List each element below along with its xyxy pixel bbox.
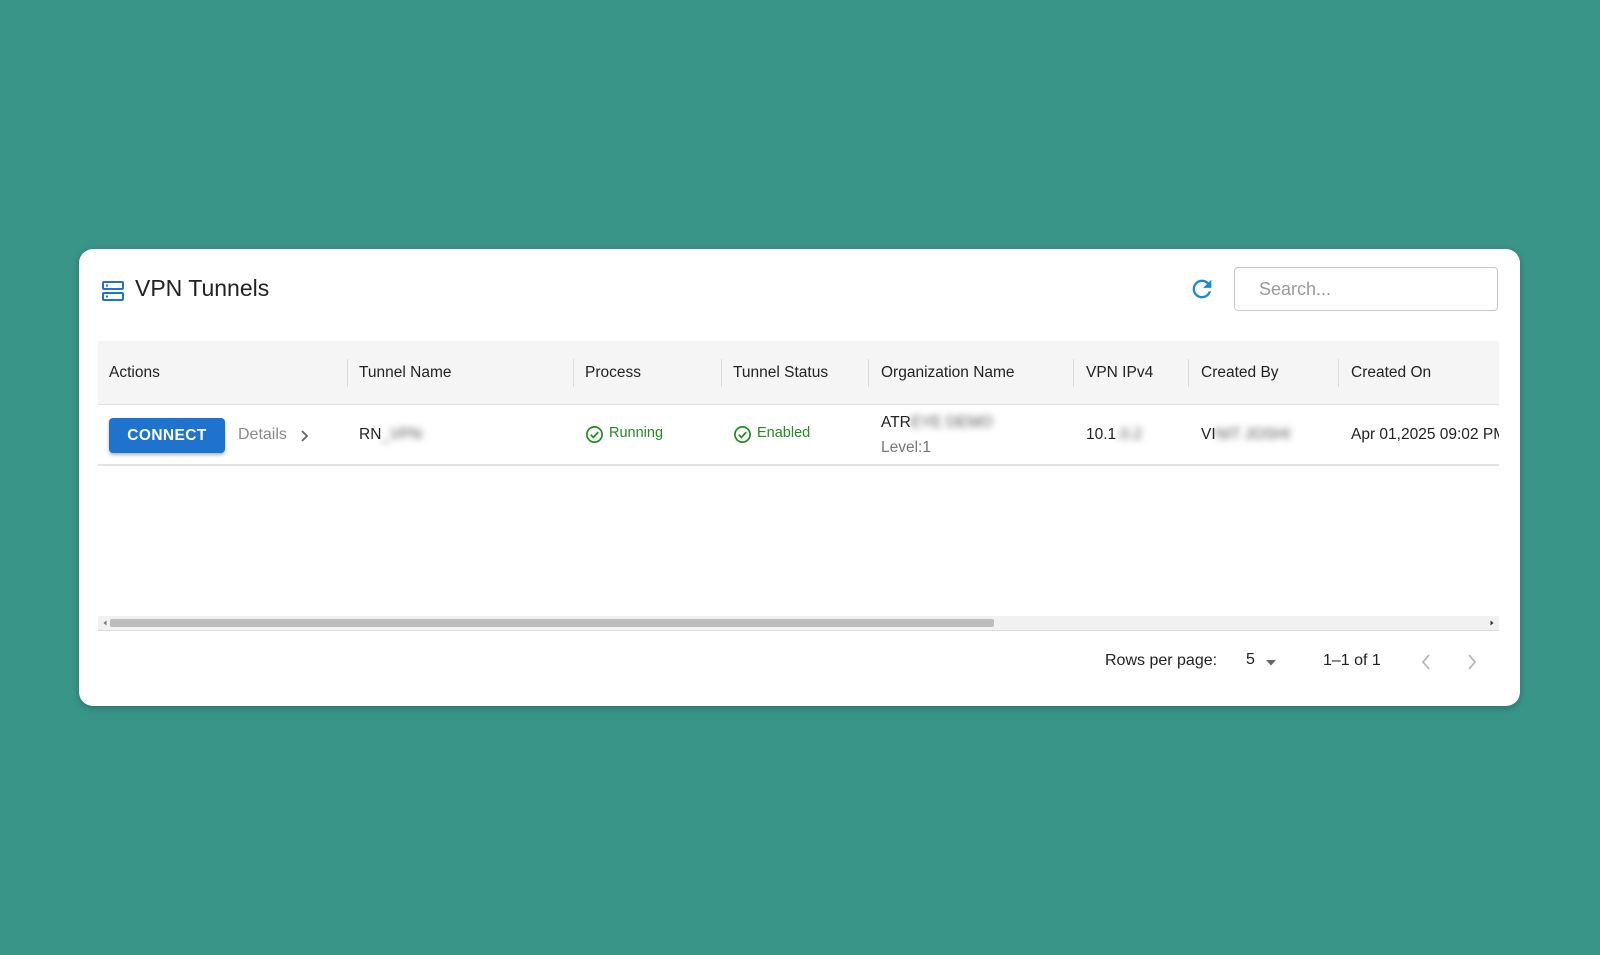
check-circle-icon: [586, 426, 603, 443]
scrollbar-thumb[interactable]: [110, 619, 994, 627]
chevron-right-icon[interactable]: [298, 428, 312, 444]
scroll-left-arrow-icon[interactable]: [101, 619, 109, 627]
column-separator: [721, 359, 722, 387]
rows-per-page-select[interactable]: 5: [1246, 651, 1255, 669]
column-separator: [1338, 359, 1339, 387]
vpn-ipv4-cell: 10.1.0.2: [1086, 426, 1142, 444]
created-by-redacted: NIT JOSHI: [1215, 426, 1291, 443]
horizontal-scrollbar[interactable]: [98, 616, 1499, 631]
check-circle-icon: [734, 426, 751, 443]
previous-page-icon[interactable]: [1419, 651, 1433, 673]
column-header-tunnel-name[interactable]: Tunnel Name: [359, 341, 451, 404]
column-separator: [868, 359, 869, 387]
column-header-organization-name[interactable]: Organization Name: [881, 341, 1015, 404]
tunnel-name-cell: RN_VPN: [359, 426, 422, 444]
server-icon: [102, 281, 124, 301]
vpn-ipv4: 10.1: [1086, 426, 1117, 443]
tunnels-table: Actions Tunnel Name Process Tunnel Statu…: [98, 341, 1499, 631]
organization-name: ATR: [881, 414, 911, 431]
column-header-tunnel-status[interactable]: Tunnel Status: [733, 341, 828, 404]
column-separator: [573, 359, 574, 387]
scroll-right-arrow-icon[interactable]: [1488, 619, 1496, 627]
dropdown-arrow-icon[interactable]: [1265, 659, 1277, 667]
pagination-range: 1–1 of 1: [1323, 652, 1381, 669]
rows-per-page-label: Rows per page:: [1105, 652, 1218, 669]
table-header: Actions Tunnel Name Process Tunnel Statu…: [98, 341, 1499, 405]
organization-name-redacted: EYE DEMO: [910, 414, 993, 431]
refresh-icon[interactable]: [1188, 275, 1216, 303]
table-pagination: Rows per page: 5 1–1 of 1: [79, 631, 1520, 706]
page-title: VPN Tunnels: [135, 275, 270, 301]
tunnel-status-label: Enabled: [757, 425, 811, 441]
search-input[interactable]: [1234, 267, 1498, 311]
tunnel-name-redacted: _VPN: [381, 426, 422, 443]
column-header-created-on[interactable]: Created On: [1351, 341, 1431, 404]
table-row: CONNECT Details RN_VPN Running Enabled A…: [98, 405, 1499, 466]
created-on-cell: Apr 01,2025 09:02 PM: [1351, 426, 1499, 443]
created-by-cell: VINIT JOSHI: [1201, 426, 1290, 444]
next-page-icon[interactable]: [1465, 651, 1479, 673]
details-link[interactable]: Details: [238, 426, 287, 444]
column-header-actions[interactable]: Actions: [109, 341, 160, 404]
organization-name-cell: ATREYE DEMO: [881, 414, 993, 432]
vpn-ipv4-redacted: .0.2: [1116, 426, 1143, 443]
column-header-process[interactable]: Process: [585, 341, 641, 404]
vpn-tunnels-card: VPN Tunnels Actions Tunnel Name Process …: [79, 249, 1520, 706]
organization-level: Level:1: [881, 439, 931, 456]
column-header-vpn-ipv4[interactable]: VPN IPv4: [1086, 341, 1153, 404]
process-status-label: Running: [609, 425, 664, 441]
column-separator: [1188, 359, 1189, 387]
column-separator: [1073, 359, 1074, 387]
tunnel-name: RN: [359, 426, 382, 443]
created-by: VI: [1201, 426, 1216, 443]
column-separator: [347, 359, 348, 387]
connect-button[interactable]: CONNECT: [109, 418, 225, 453]
column-header-created-by[interactable]: Created By: [1201, 341, 1279, 404]
card-header: VPN Tunnels: [79, 249, 1520, 339]
